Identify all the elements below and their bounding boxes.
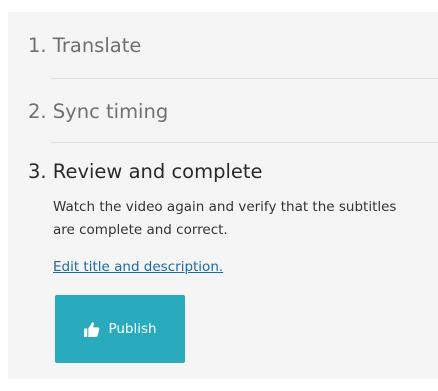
thumbs-up-icon — [83, 321, 100, 338]
publish-button[interactable]: Publish — [55, 295, 185, 363]
step-review-and-complete: 3. Review and complete — [28, 160, 263, 183]
step-sync-timing[interactable]: 2. Sync timing — [28, 99, 168, 125]
step-description: Watch the video again and verify that th… — [53, 199, 397, 238]
divider — [51, 142, 438, 143]
edit-title-description-link[interactable]: Edit title and description. — [53, 256, 223, 279]
step-translate[interactable]: 1. Translate — [28, 33, 141, 59]
steps-panel: 1. Translate 2. Sync timing 3. Review an… — [8, 12, 438, 379]
divider — [51, 78, 438, 79]
publish-button-label: Publish — [108, 321, 157, 337]
